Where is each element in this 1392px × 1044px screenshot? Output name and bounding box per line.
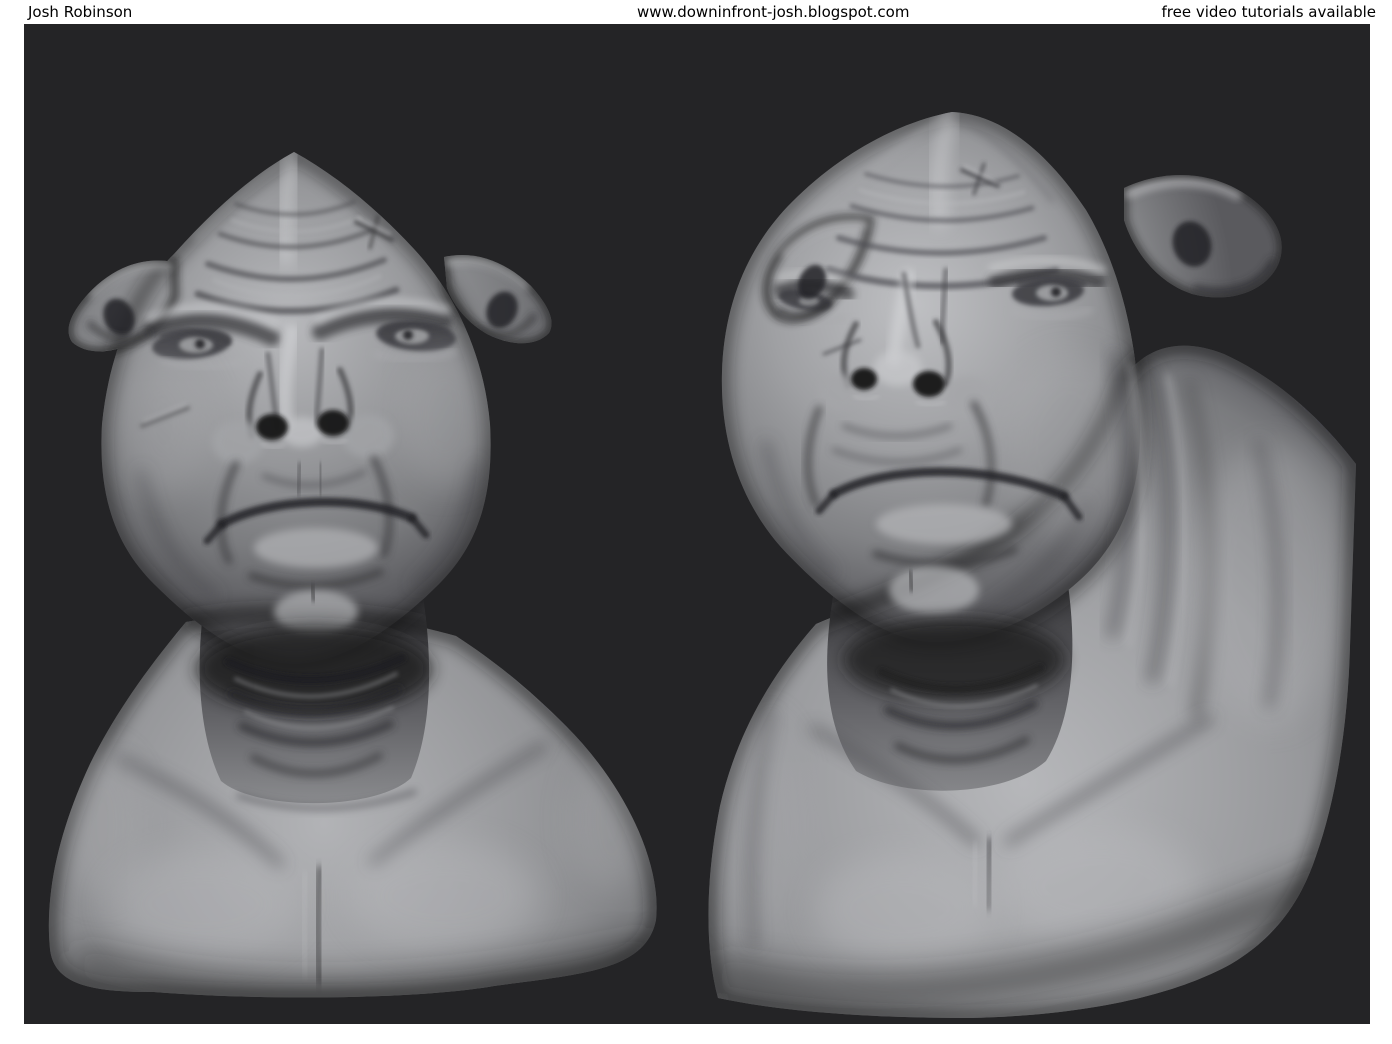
sculpt-render <box>48 112 1356 1019</box>
bust-front-view <box>48 152 657 998</box>
website-url: www.downinfront-josh.blogspot.com <box>637 3 910 21</box>
tutorials-note: free video tutorials available <box>1161 3 1376 21</box>
sculpt-canvas <box>24 24 1370 1024</box>
header-bar: Josh Robinson www.downinfront-josh.blogs… <box>0 0 1392 24</box>
bust-three-quarter-view <box>708 112 1356 1019</box>
artist-name: Josh Robinson <box>28 3 133 21</box>
